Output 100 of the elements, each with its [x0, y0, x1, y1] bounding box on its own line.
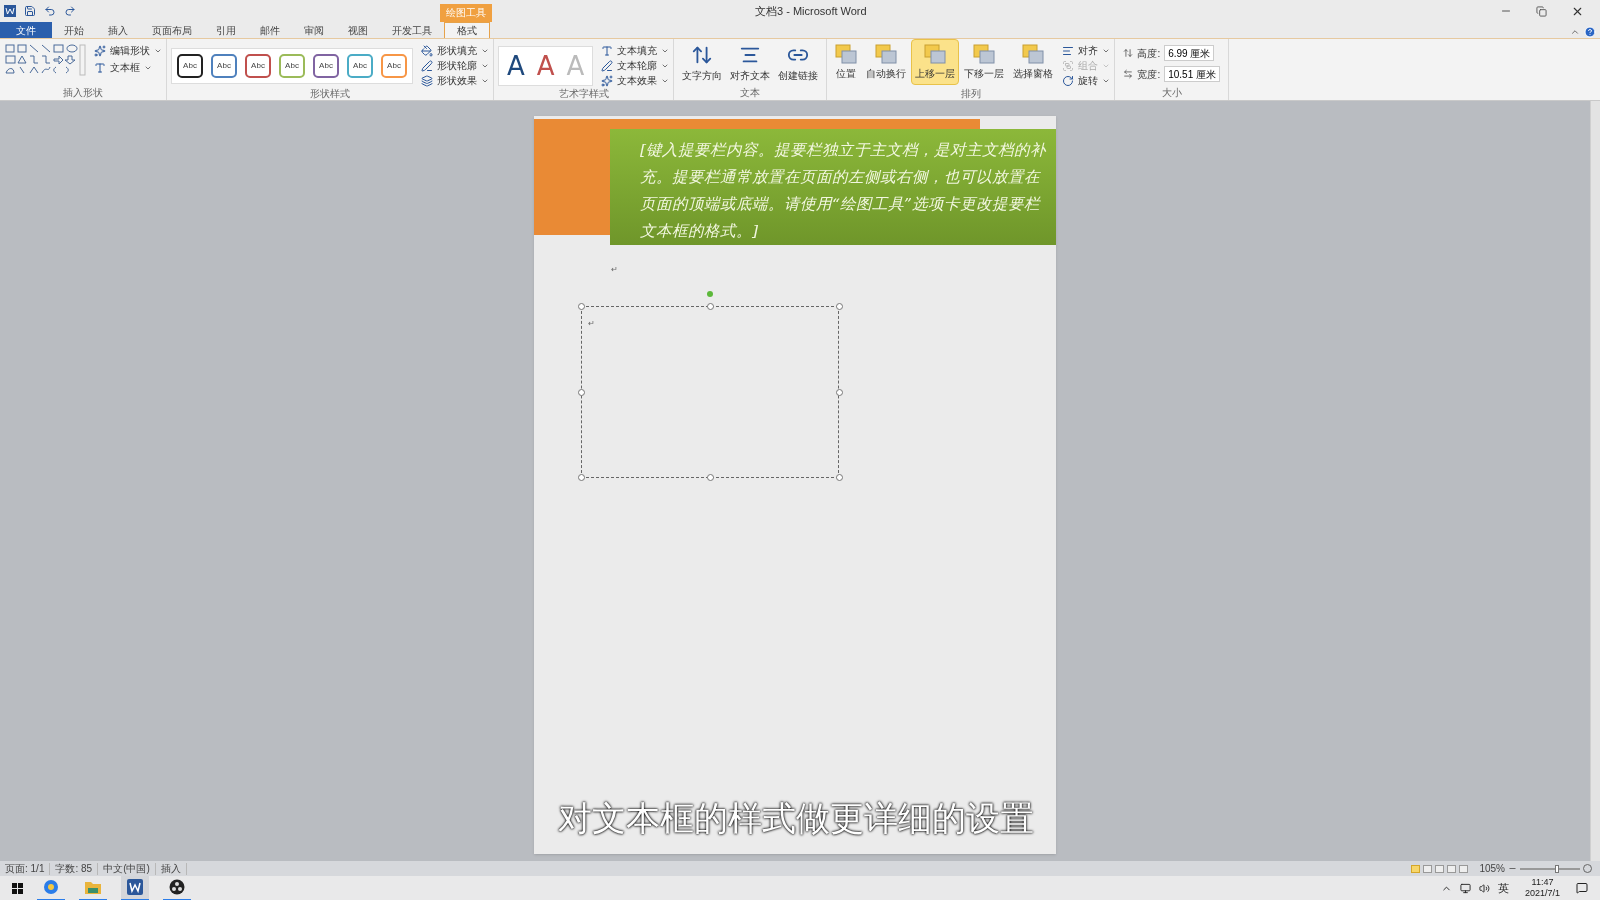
view-button[interactable]: [1435, 864, 1445, 873]
ribbon-command[interactable]: 形状填充: [421, 43, 489, 58]
ribbon-button[interactable]: 对齐文本: [726, 39, 775, 85]
size-field[interactable]: 10.51 厘米: [1164, 66, 1220, 82]
layers-icon: [924, 44, 947, 64]
ribbon-tab[interactable]: 开发工具: [380, 22, 444, 38]
ribbon-button[interactable]: 创建链接: [774, 39, 823, 85]
layers-icon: [835, 44, 858, 64]
resize-handle[interactable]: [836, 389, 843, 396]
ribbon-command[interactable]: 形状效果: [421, 73, 489, 88]
ribbon-tab[interactable]: 审阅: [292, 22, 336, 38]
ribbon-button[interactable]: 下移一层: [960, 39, 1009, 85]
shape-style-swatch[interactable]: Abc: [279, 53, 305, 78]
word-logo-icon: [4, 5, 16, 17]
windows-start-icon[interactable]: [12, 882, 23, 894]
rotation-handle-icon[interactable]: [707, 291, 713, 297]
pen-icon: [421, 59, 433, 72]
ribbon-tab[interactable]: 开始: [52, 22, 96, 38]
view-button[interactable]: [1447, 864, 1457, 873]
group-label: 文本: [740, 87, 761, 100]
layers-icon: [973, 44, 996, 64]
window-title: 文档3 - Microsoft Word: [755, 4, 867, 19]
taskbar-app[interactable]: [121, 875, 149, 900]
group-label: 形状样式: [310, 88, 350, 101]
resize-handle[interactable]: [707, 303, 714, 310]
rotate-icon: [1062, 74, 1075, 87]
input-method[interactable]: 英: [1497, 879, 1509, 897]
context-tab-label: 绘图工具: [440, 4, 492, 22]
browser-icon[interactable]: [43, 879, 59, 895]
wordart-style[interactable]: A: [507, 50, 525, 81]
ribbon-tab[interactable]: 邮件: [248, 22, 292, 38]
wordart-style[interactable]: A: [536, 50, 555, 81]
size-field[interactable]: 6.99 厘米: [1164, 45, 1215, 61]
ribbon-command[interactable]: 旋转: [1062, 73, 1111, 88]
ribbon-tab[interactable]: 格式: [444, 22, 490, 38]
shape-style-swatch[interactable]: Abc: [313, 53, 339, 78]
ribbon-command[interactable]: 文本填充: [601, 43, 670, 58]
shape-gallery-drawing[interactable]: [4, 43, 86, 77]
zoom-slider-thumb[interactable]: [1555, 864, 1560, 873]
ribbon-command[interactable]: 编辑形状: [94, 43, 162, 58]
clock-date[interactable]: 2021/7/1: [1524, 888, 1560, 899]
recorder-icon[interactable]: [169, 879, 185, 895]
resize-handle[interactable]: [578, 303, 585, 310]
restore-icon[interactable]: [1536, 5, 1547, 17]
ribbon-button[interactable]: 选择窗格: [1009, 39, 1058, 85]
zoom-level: 105%: [1479, 862, 1505, 875]
ribbon-tab[interactable]: 页面布局: [140, 22, 204, 38]
word-icon[interactable]: [127, 879, 143, 895]
status-item[interactable]: 字数: 85: [50, 862, 99, 875]
resize-handle[interactable]: [578, 389, 585, 396]
group-label: 艺术字样式: [558, 88, 609, 101]
field-label: 高度:: [1137, 46, 1161, 61]
shape-style-swatch[interactable]: Abc: [245, 53, 271, 78]
group-icon: [1062, 59, 1075, 72]
network-icon[interactable]: [1459, 882, 1471, 894]
status-item[interactable]: 页面: 1/1: [0, 862, 51, 875]
vertical-scrollbar[interactable]: [1590, 101, 1600, 861]
status-item[interactable]: 中文(中国): [98, 862, 156, 875]
pen-icon: [601, 59, 614, 72]
ribbon-button[interactable]: 上移一层: [911, 39, 960, 85]
width-icon: [1123, 69, 1134, 79]
help-icon[interactable]: [1584, 26, 1596, 38]
ribbon-command[interactable]: 文本轮廓: [601, 58, 670, 73]
group-label: 排列: [960, 88, 981, 101]
shape-style-swatch[interactable]: Abc: [177, 53, 203, 78]
paragraph-mark: ↵: [611, 265, 618, 274]
status-item[interactable]: 插入: [155, 862, 187, 875]
view-button[interactable]: [1459, 864, 1469, 873]
ribbon-tab[interactable]: 引用: [204, 22, 248, 38]
ribbon-command[interactable]: 文本效果: [601, 73, 670, 88]
collapse-ribbon-icon[interactable]: [1570, 27, 1580, 37]
volume-icon[interactable]: [1478, 882, 1490, 894]
notification-icon[interactable]: [1576, 882, 1588, 894]
ribbon-command[interactable]: 文本框: [94, 60, 162, 75]
ribbon-tab[interactable]: 文件: [0, 22, 52, 38]
undo-icon[interactable]: [44, 5, 56, 17]
clock-time[interactable]: 11:47: [1531, 877, 1554, 888]
ribbon-button[interactable]: 文字方向: [678, 39, 727, 85]
shape-style-swatch[interactable]: Abc: [381, 53, 407, 78]
ribbon-tab[interactable]: 视图: [336, 22, 380, 38]
save-icon[interactable]: [24, 5, 36, 17]
view-button[interactable]: [1423, 864, 1433, 873]
group-label: 大小: [1161, 87, 1182, 100]
zoom-slider[interactable]: [1520, 867, 1580, 870]
resize-handle[interactable]: [707, 474, 714, 481]
video-caption: 对文本框的样式做更详细的设置: [558, 798, 1034, 839]
resize-handle[interactable]: [836, 474, 843, 481]
edit-shape-icon: [94, 44, 106, 57]
ribbon-button[interactable]: 自动换行: [862, 39, 911, 85]
ribbon-button[interactable]: 位置: [831, 39, 862, 85]
shape-style-swatch[interactable]: Abc: [347, 53, 373, 78]
folder-icon[interactable]: [85, 880, 101, 894]
ribbon-command[interactable]: 形状轮廓: [421, 58, 489, 73]
sidebar-text: [键入提要栏内容。提要栏独立于主文档，是对主文档的补充。提要栏通常放置在页面的左侧或右侧，也可以放置在页面的顶端或底端。请使用“绘图工具”选项卡更改提要栏文本框的格式。]: [640, 140, 1048, 242]
redo-icon[interactable]: [64, 5, 76, 17]
resize-handle[interactable]: [836, 303, 843, 310]
ribbon-command[interactable]: 对齐: [1062, 43, 1111, 58]
shape-style-swatch[interactable]: Abc: [211, 53, 237, 78]
ribbon-tab[interactable]: 插入: [96, 22, 140, 38]
resize-handle[interactable]: [578, 474, 585, 481]
